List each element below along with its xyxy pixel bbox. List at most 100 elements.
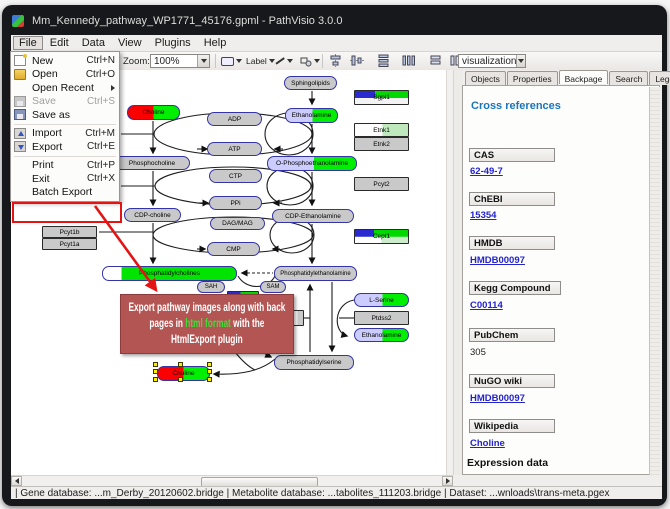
- menu-data[interactable]: Data: [76, 36, 111, 50]
- pathway-node-ptdss2[interactable]: Ptdss2: [354, 311, 409, 325]
- tab-objects[interactable]: Objects: [465, 71, 506, 85]
- pathway-node-etnk1[interactable]: Etnk1: [354, 123, 409, 137]
- pathway-node-choline-top[interactable]: Choline: [127, 105, 180, 120]
- pathway-node-cdp-ethanolamine[interactable]: CDP-Ethanolamine: [272, 209, 354, 223]
- menu-plugins[interactable]: Plugins: [149, 36, 197, 50]
- pathway-node-ppi[interactable]: PPi: [209, 196, 262, 210]
- xref-link-cas[interactable]: 62-49-7: [470, 166, 503, 177]
- scroll-left-button[interactable]: [11, 476, 22, 486]
- file-menu-exit[interactable]: Exit Ctrl+X: [11, 172, 119, 186]
- tab-search[interactable]: Search: [609, 71, 648, 85]
- xref-header-cas[interactable]: CAS: [469, 148, 555, 162]
- selection-handle[interactable]: [207, 369, 212, 374]
- pathway-node-dag-mag[interactable]: DAG/MAG: [210, 217, 265, 230]
- menu-help[interactable]: Help: [198, 36, 233, 50]
- pathway-node-cmp[interactable]: CMP: [207, 242, 260, 256]
- pathway-node-adp[interactable]: ADP: [207, 112, 262, 126]
- xref-link-chebi[interactable]: 15354: [470, 210, 496, 221]
- menu-view[interactable]: View: [112, 36, 148, 50]
- pathway-node-o-phosphoethanolamine[interactable]: O-Phosphoethanolamine: [267, 156, 357, 171]
- pathway-node-ethanolamine-bottom[interactable]: Ethanolamine: [354, 328, 409, 342]
- pathway-node-choline-selected[interactable]: Choline: [157, 366, 210, 381]
- canvas-vertical-scrollbar[interactable]: [446, 70, 453, 475]
- pathway-node-pcyt1b[interactable]: Pcyt1b: [42, 226, 97, 238]
- xref-header-hmdb[interactable]: HMDB: [469, 236, 555, 250]
- datanode-tool-button[interactable]: [219, 54, 244, 68]
- pathway-node-sam[interactable]: SAM: [260, 281, 286, 293]
- selection-handle[interactable]: [153, 377, 158, 382]
- zoom-dropdown-icon[interactable]: [197, 55, 209, 67]
- pathway-node-pcyt1a[interactable]: Pcyt1a: [42, 238, 97, 250]
- xref-link-wikipedia[interactable]: Choline: [470, 438, 505, 449]
- label-tool-button[interactable]: Label: [244, 54, 277, 68]
- xref-header-pubchem[interactable]: PubChem: [469, 328, 555, 342]
- pathway-node-sphingolipids[interactable]: Sphingolipids: [284, 76, 337, 90]
- shape-tool-button[interactable]: [298, 54, 322, 68]
- xref-link-kegg[interactable]: C00114: [470, 300, 503, 311]
- pathway-node-ethanolamine-top[interactable]: Ethanolamine: [285, 108, 338, 123]
- xref-link-hmdb[interactable]: HMDB00097: [470, 255, 525, 266]
- pathway-node-etnk2[interactable]: Etnk2: [354, 137, 409, 151]
- pathway-node-atp[interactable]: ATP: [207, 142, 262, 156]
- zoom-combobox[interactable]: 100%: [150, 54, 210, 68]
- file-menu-import[interactable]: Import Ctrl+M: [11, 127, 119, 141]
- xref-header-kegg[interactable]: Kegg Compound: [469, 281, 561, 295]
- callout-line1: Export pathway images along with back: [129, 300, 286, 316]
- xref-header-chebi[interactable]: ChEBI: [469, 192, 555, 206]
- distribute-horizontal-icon[interactable]: [402, 54, 415, 68]
- file-menu-batch-export[interactable]: Batch Export: [11, 186, 119, 200]
- menu-edit[interactable]: Edit: [44, 36, 75, 50]
- file-menu-new[interactable]: New Ctrl+N: [11, 54, 119, 68]
- selection-handle[interactable]: [207, 377, 212, 382]
- file-menu-open-recent[interactable]: Open Recent: [11, 81, 119, 95]
- pathway-node-cept1[interactable]: Cept1: [354, 229, 409, 244]
- pathway-node-sah[interactable]: SAH: [197, 281, 225, 293]
- pathway-node-phosphatidylserine[interactable]: Phosphatidylserine: [274, 355, 354, 370]
- pathway-node-cdp-choline[interactable]: CDP-choline: [124, 208, 181, 222]
- selection-handle[interactable]: [178, 362, 183, 367]
- pathway-node-phosphatidylcholines[interactable]: Phosphatidylcholines: [102, 266, 237, 281]
- selection-handle[interactable]: [153, 369, 158, 374]
- xref-header-wikipedia[interactable]: Wikipedia: [469, 419, 555, 433]
- menu-file[interactable]: File: [13, 36, 43, 50]
- tab-backpage[interactable]: Backpage: [559, 70, 609, 84]
- file-menu-save[interactable]: Save Ctrl+S: [11, 95, 119, 109]
- line-tool-button[interactable]: [273, 54, 295, 68]
- file-menu: New Ctrl+N Open Ctrl+O Open Recent Save …: [10, 51, 120, 202]
- distribute-vertical-icon[interactable]: [377, 54, 390, 68]
- pathway-node-ctp[interactable]: CTP: [209, 169, 262, 183]
- panel-splitter[interactable]: [453, 70, 462, 475]
- file-menu-export[interactable]: Export Ctrl+E: [11, 140, 119, 154]
- tab-properties[interactable]: Properties: [507, 71, 558, 85]
- align-center-icon[interactable]: [329, 54, 342, 68]
- tab-legend[interactable]: Legend: [649, 71, 670, 85]
- align-middle-icon[interactable]: [350, 54, 364, 68]
- sidebar-vertical-scrollbar[interactable]: [649, 87, 660, 475]
- window-frame: Mm_Kennedy_pathway_WP1771_45176.gpml - P…: [2, 5, 667, 506]
- shape-dropdown-icon[interactable]: [314, 59, 320, 63]
- file-menu-save-as[interactable]: Save as: [11, 108, 119, 122]
- datanode-dropdown-icon[interactable]: [236, 59, 242, 63]
- selection-handle[interactable]: [178, 377, 183, 382]
- visualization-dropdown-icon[interactable]: [516, 55, 525, 67]
- visualization-combobox[interactable]: visualization: [458, 54, 526, 68]
- stack-vertical-icon[interactable]: [429, 54, 442, 68]
- export-icon: [14, 141, 26, 152]
- shape-icon: [300, 56, 312, 67]
- selection-handle[interactable]: [207, 362, 212, 367]
- pathway-node-phosphatidylethanolamine[interactable]: Phosphatidylethanolamine: [274, 266, 357, 281]
- scroll-right-button[interactable]: [442, 476, 453, 486]
- save-as-disk-icon: [14, 109, 26, 120]
- pathway-node-phosphocholine[interactable]: Phosphocholine: [114, 156, 190, 170]
- file-menu-open[interactable]: Open Ctrl+O: [11, 68, 119, 82]
- canvas-horizontal-scrollbar[interactable]: [11, 475, 453, 486]
- file-menu-print[interactable]: Print Ctrl+P: [11, 159, 119, 173]
- pathway-node-l-serine[interactable]: L-Serine: [354, 293, 409, 307]
- selection-handle[interactable]: [153, 362, 158, 367]
- callout-highlight-text: html format: [185, 318, 231, 330]
- xref-link-nugo[interactable]: HMDB00097: [470, 393, 525, 404]
- pathway-node-pcyt2[interactable]: Pcyt2: [354, 177, 409, 191]
- pathway-node-sgpl1[interactable]: Sgpl1: [354, 90, 409, 105]
- line-dropdown-icon[interactable]: [287, 59, 293, 63]
- xref-header-nugo[interactable]: NuGO wiki: [469, 374, 555, 388]
